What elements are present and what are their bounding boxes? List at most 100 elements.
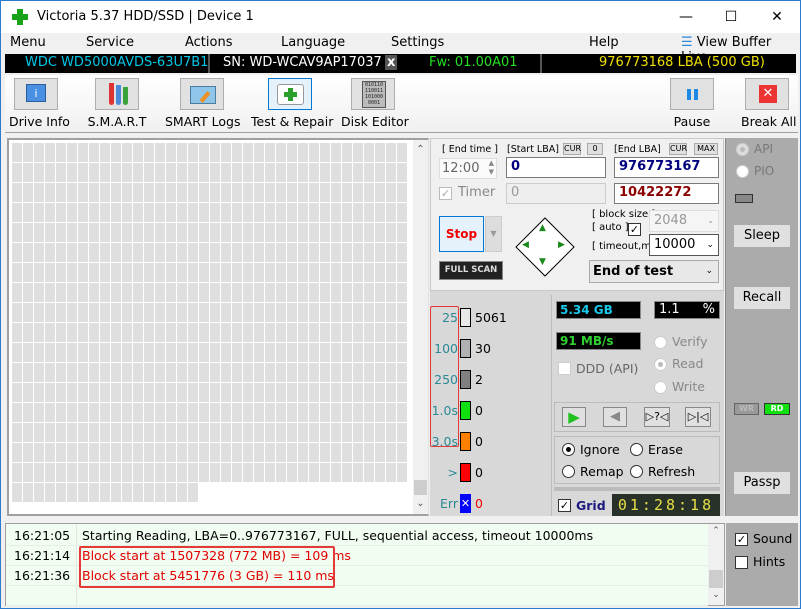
grid-block <box>12 323 22 342</box>
grid-block <box>320 303 330 322</box>
grid-block <box>353 343 363 362</box>
scroll-thumb[interactable] <box>414 480 427 495</box>
start-zero-button[interactable]: 0 <box>587 143 603 155</box>
ddd-checkbox[interactable] <box>558 362 571 375</box>
read-radio[interactable] <box>654 358 667 371</box>
menu-service[interactable]: Service <box>86 35 134 50</box>
grid-block <box>309 323 319 342</box>
grid-block <box>111 463 121 482</box>
start-cur-button[interactable]: CUR <box>563 143 581 155</box>
grid-block <box>78 463 88 482</box>
grid-block <box>34 383 44 402</box>
grid-block <box>254 183 264 202</box>
hints-checkbox[interactable] <box>735 556 748 569</box>
read-label: Read <box>672 356 704 371</box>
scroll-up-icon[interactable]: ⌃ <box>708 526 724 536</box>
arrow-down-icon[interactable]: ▼ <box>539 257 546 267</box>
scroll-down-icon[interactable]: ⌄ <box>708 590 724 600</box>
disk-editor-button[interactable]: 010110 110011 101000 0001 Disk Editor <box>341 78 409 129</box>
stop-dropdown-icon[interactable]: ▼ <box>485 216 502 252</box>
log-entry: 16:21:05 Starting Reading, LBA=0..9767731… <box>6 526 708 546</box>
grid-checkbox[interactable]: ✓ <box>558 499 571 512</box>
grid-block <box>386 263 396 282</box>
close-drive-button[interactable]: x <box>385 55 398 70</box>
stop-button[interactable]: Stop <box>439 216 484 252</box>
start-lba-current: 0 <box>506 183 606 204</box>
close-button[interactable]: ✕ <box>754 5 800 29</box>
pio-radio[interactable] <box>736 165 749 178</box>
break-all-button[interactable]: ✕ Break All <box>741 78 797 129</box>
menu-actions[interactable]: Actions <box>185 35 233 50</box>
write-radio[interactable] <box>654 381 667 394</box>
grid-block <box>166 203 176 222</box>
grid-block <box>298 143 308 162</box>
arrow-right-icon[interactable]: ▶ <box>558 240 565 250</box>
arrow-up-icon[interactable]: ▲ <box>539 223 546 233</box>
refresh-radio[interactable] <box>630 465 643 478</box>
grid-scrollbar[interactable]: ⌃ ⌄ <box>413 140 428 514</box>
test-repair-button[interactable]: Test & Repair <box>251 78 333 129</box>
scroll-up-icon[interactable]: ⌃ <box>413 144 428 155</box>
remap-radio[interactable] <box>562 465 575 478</box>
timeout-select[interactable]: 10000 ⌄ <box>649 234 719 256</box>
drive-model: WDC WD5000AVDS-63U7B1 <box>25 55 209 70</box>
scroll-thumb[interactable] <box>709 570 723 588</box>
end-lba-input[interactable]: 976773167 <box>614 157 719 178</box>
pause-button[interactable]: Pause <box>669 78 715 129</box>
legend-label: Err <box>440 496 458 511</box>
grid-block <box>375 183 385 202</box>
timer-checkbox[interactable]: ✓ <box>439 187 452 200</box>
grid-block <box>34 223 44 242</box>
play-forward-button[interactable]: ▶ <box>562 407 586 427</box>
drive-info-label: Drive Info <box>9 114 70 129</box>
spin-arrows-icon[interactable]: ▲ ▼ <box>489 159 494 177</box>
recall-button[interactable]: Recall <box>734 287 790 309</box>
end-max-button[interactable]: MAX <box>694 143 718 155</box>
grid-block <box>23 483 33 502</box>
drive-info-button[interactable]: i Drive Info <box>9 78 70 129</box>
sound-checkbox[interactable]: ✓ <box>735 533 748 546</box>
passp-button[interactable]: Passp <box>734 472 790 494</box>
menu-help[interactable]: Help <box>589 35 619 50</box>
grid-block <box>23 223 33 242</box>
maximize-button[interactable]: ☐ <box>708 5 754 29</box>
menu-menu[interactable]: Menu <box>10 35 46 50</box>
end-cur-button[interactable]: CUR <box>669 143 687 155</box>
grid-block <box>34 483 44 502</box>
menu-language[interactable]: Language <box>281 35 345 50</box>
grid-block <box>166 403 176 422</box>
start-lba-input[interactable]: 0 <box>506 157 606 178</box>
full-scan-button[interactable]: FULL SCAN <box>439 261 503 280</box>
ignore-radio[interactable] <box>562 443 575 456</box>
grid-block <box>199 263 209 282</box>
minimize-button[interactable]: — <box>663 5 709 29</box>
legend-label: 3.0s <box>431 434 458 449</box>
grid-block <box>353 263 363 282</box>
auto-checkbox[interactable]: ✓ <box>628 223 641 236</box>
log-scrollbar[interactable]: ⌃ ⌄ <box>708 524 724 605</box>
end-time-spinner[interactable]: 12:00 ▲ ▼ <box>439 158 497 179</box>
erase-radio[interactable] <box>630 443 643 456</box>
grid-block <box>353 363 363 382</box>
grid-block <box>364 243 374 262</box>
play-backward-button[interactable]: ◀ <box>603 407 627 427</box>
grid-block <box>221 423 231 442</box>
smart-logs-button[interactable]: SMART Logs <box>165 78 241 129</box>
block-size-select[interactable]: 2048 ⌄ <box>649 210 719 232</box>
sleep-button[interactable]: Sleep <box>734 225 790 247</box>
menu-settings[interactable]: Settings <box>391 35 444 50</box>
grid-block <box>122 143 132 162</box>
grid-block <box>342 463 352 482</box>
arrow-left-icon[interactable]: ◀ <box>522 240 529 250</box>
verify-radio[interactable] <box>654 336 667 349</box>
butterfly-button[interactable]: ▷|◁ <box>685 407 711 427</box>
smart-button[interactable]: S.M.A.R.T <box>87 78 147 129</box>
grid-block <box>100 183 110 202</box>
grid-block <box>287 323 297 342</box>
grid-block <box>23 423 33 442</box>
grid-block <box>342 303 352 322</box>
random-seek-button[interactable]: ▷?◁ <box>644 407 670 427</box>
api-radio[interactable] <box>736 143 749 156</box>
grid-block <box>320 143 330 162</box>
end-action-select[interactable]: End of test ⌄ <box>589 260 719 283</box>
